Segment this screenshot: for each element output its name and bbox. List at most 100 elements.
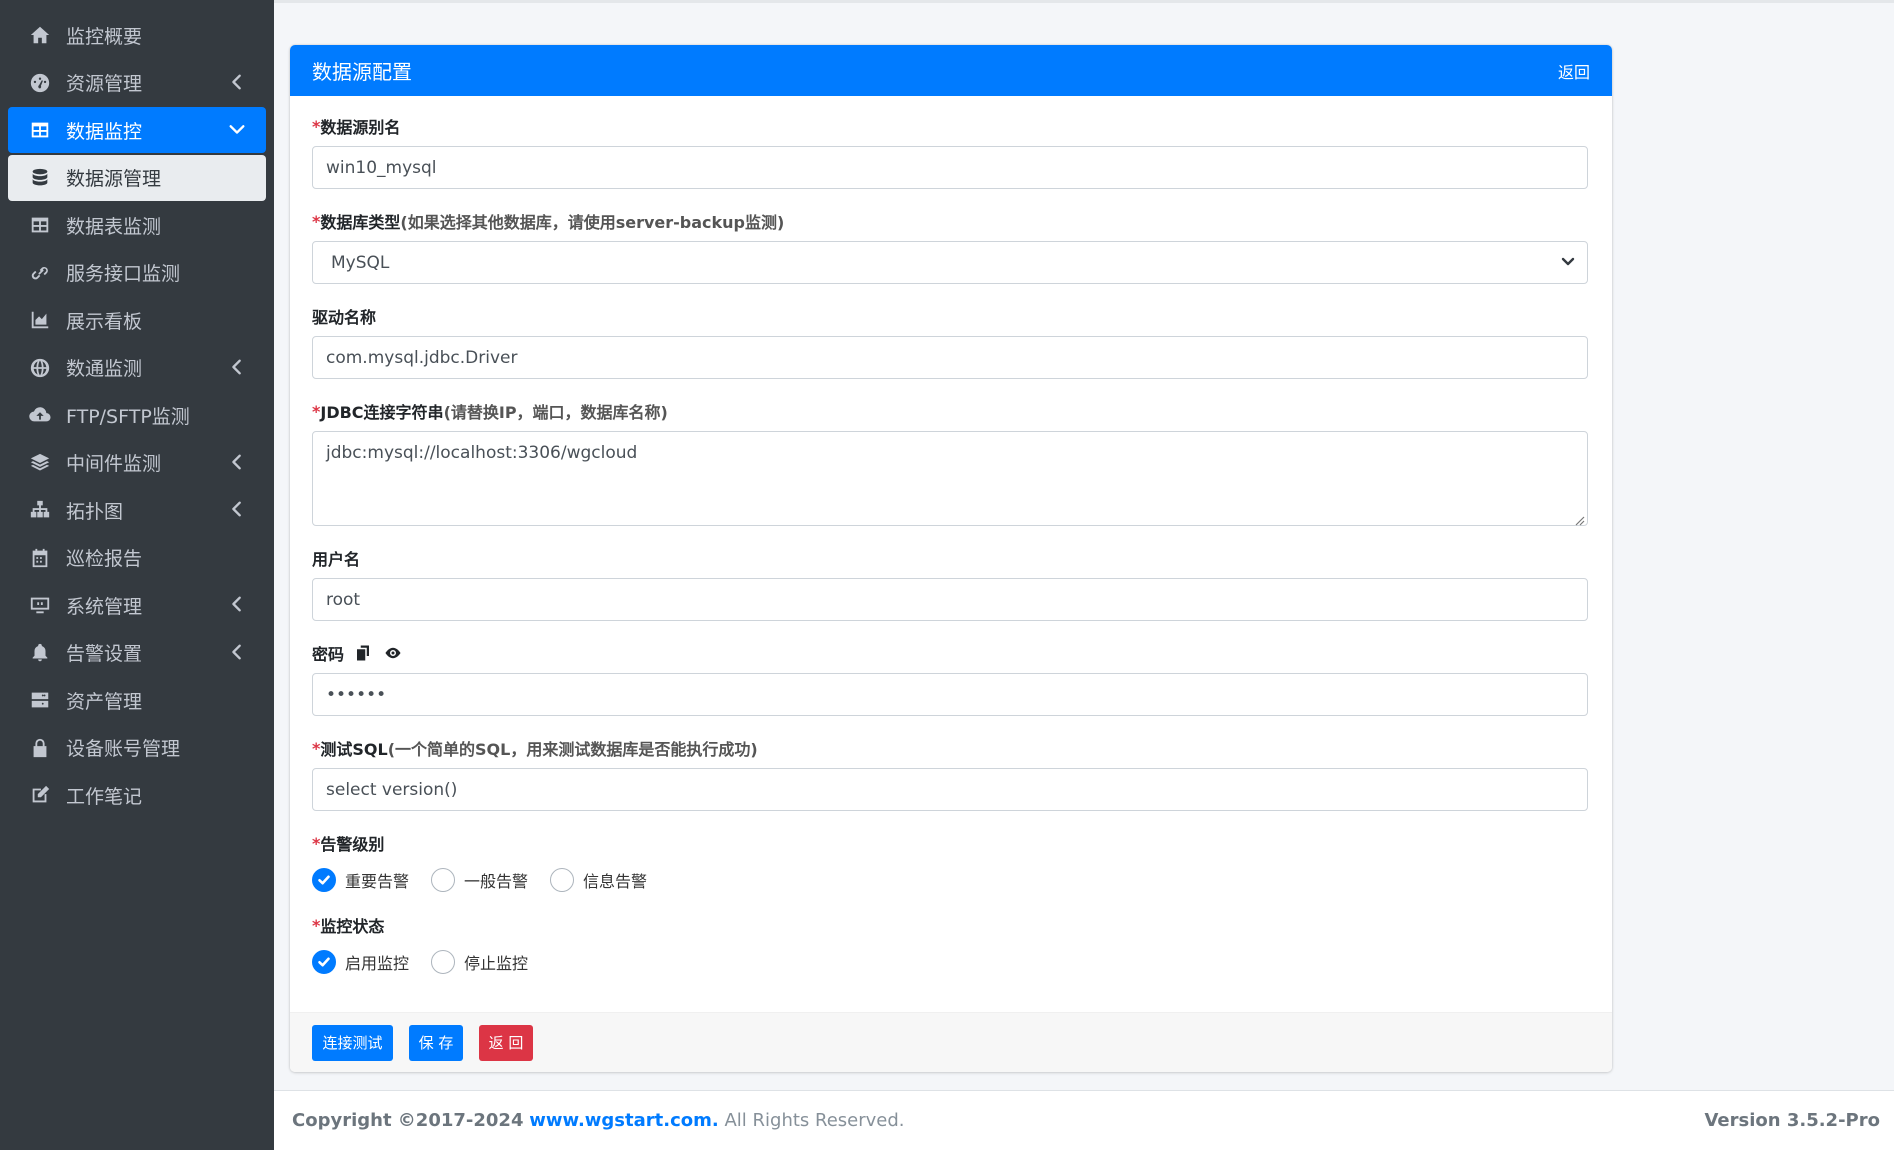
- monitor-enable-radio[interactable]: 启用监控: [312, 950, 409, 974]
- copy-icon[interactable]: [352, 642, 374, 664]
- monitor-status-label: * 监控状态: [312, 915, 1590, 937]
- sidebar-item-monitor-overview[interactable]: 监控概要: [8, 12, 266, 58]
- sitemap-icon: [28, 498, 52, 522]
- sidebar-item-label: 数据表监测: [66, 215, 162, 238]
- sidebar-item-label: 资源管理: [66, 73, 143, 95]
- chevron-left-icon: [228, 73, 248, 93]
- sidebar-item-api-monitor[interactable]: 服务接口监测: [8, 250, 266, 296]
- sidebar-item-inspection-report[interactable]: 巡检报告: [8, 535, 266, 581]
- sidebar-item-network-monitor[interactable]: 数通监测: [8, 345, 266, 391]
- sidebar-item-label: FTP/SFTP监测: [66, 405, 190, 428]
- sidebar-item-table-monitor[interactable]: 数据表监测: [8, 202, 266, 248]
- alarm-level-label: * 告警级别: [312, 833, 1590, 855]
- edit-icon: [28, 783, 52, 807]
- monitor-disable-radio[interactable]: 停止监控: [431, 950, 528, 974]
- sidebar-item-datasource-management[interactable]: 数据源管理: [8, 154, 266, 201]
- chevron-left-icon: [228, 453, 248, 473]
- jdbc-hint: (请替换IP，端口，数据库名称): [443, 403, 668, 422]
- alarm-level-info-radio[interactable]: 信息告警: [550, 868, 647, 892]
- website-link[interactable]: www.wgstart.com.: [529, 1110, 719, 1131]
- bell-icon: [28, 641, 52, 665]
- version-text: Version 3.5.2-Pro: [1704, 1110, 1880, 1131]
- back-button[interactable]: 返 回: [479, 1024, 533, 1061]
- calendar-icon: [28, 546, 52, 570]
- back-link[interactable]: 返回: [1558, 59, 1590, 83]
- driver-label: 驱动名称: [312, 306, 1590, 327]
- sidebar-item-resource-management[interactable]: 资源管理: [8, 60, 266, 106]
- layers-icon: [28, 451, 52, 475]
- sidebar-item-label: 资产管理: [66, 690, 143, 713]
- sidebar-item-label: 拓扑图: [66, 500, 124, 523]
- required-marker: *: [312, 116, 321, 136]
- sidebar-item-middleware-monitor[interactable]: 中间件监测: [8, 440, 266, 486]
- chevron-down-icon: [228, 120, 248, 140]
- copyright-text: Copyright ©2017-2024: [292, 1110, 524, 1131]
- eye-icon[interactable]: [382, 642, 404, 664]
- radio-label: 一般告警: [464, 872, 529, 891]
- driver-label-text: 驱动名称: [312, 308, 377, 327]
- sidebar-item-label: 告警设置: [66, 643, 143, 665]
- db-type-label: * 数据库类型 (如果选择其他数据库，请使用server-backup监测): [312, 211, 1590, 233]
- alias-label-text: 数据源别名: [320, 118, 401, 137]
- radio-unchecked-icon: [550, 868, 575, 892]
- required-marker: *: [312, 915, 321, 935]
- sidebar: 监控概要 资源管理 数据监控 数据源管理 数据表监测 服务接口监测 展示看板 数…: [0, 0, 274, 1150]
- username-value: root: [326, 589, 361, 610]
- top-strip: [274, 0, 1894, 3]
- driver-input[interactable]: com.mysql.jdbc.Driver: [312, 336, 1588, 379]
- alarm-level-important-radio[interactable]: 重要告警: [312, 868, 409, 892]
- radio-label: 停止监控: [464, 954, 529, 973]
- sidebar-item-work-notes[interactable]: 工作笔记: [8, 772, 266, 818]
- test-sql-value: select version(): [326, 779, 458, 800]
- chevron-left-icon: [228, 595, 248, 615]
- chevron-left-icon: [228, 358, 248, 378]
- test-sql-hint: (一个简单的SQL，用来测试数据库是否能执行成功): [387, 740, 758, 759]
- sidebar-item-label: 数据监控: [66, 120, 143, 143]
- tachometer-icon: [28, 71, 52, 95]
- sidebar-item-data-monitor[interactable]: 数据监控: [8, 107, 266, 153]
- required-marker: *: [312, 738, 321, 758]
- card-header: 数据源配置 返回: [290, 45, 1612, 96]
- database-icon: [28, 166, 52, 190]
- sidebar-item-asset-management[interactable]: 资产管理: [8, 677, 266, 723]
- jdbc-textarea[interactable]: jdbc:mysql://localhost:3306/wgcloud: [312, 431, 1588, 526]
- globe-icon: [28, 356, 52, 380]
- chevron-left-icon: [228, 500, 248, 520]
- sidebar-item-label: 工作笔记: [66, 785, 143, 808]
- radio-unchecked-icon: [431, 868, 456, 892]
- radio-label: 重要告警: [345, 872, 410, 891]
- db-type-select[interactable]: MySQL: [312, 241, 1588, 284]
- jdbc-value: jdbc:mysql://localhost:3306/wgcloud: [326, 443, 638, 463]
- server-icon: [28, 688, 52, 712]
- datasource-form: * 数据源别名 win10_mysql * 数据库类型 (如果选择其他数据库，请…: [290, 96, 1612, 975]
- sidebar-nav: 监控概要 资源管理 数据监控 数据源管理 数据表监测 服务接口监测 展示看板 数…: [0, 0, 274, 818]
- sidebar-item-device-accounts[interactable]: 设备账号管理: [8, 725, 266, 771]
- test-connection-button[interactable]: 连接测试: [312, 1024, 393, 1061]
- cloud-upload-icon: [28, 403, 52, 427]
- alias-input[interactable]: win10_mysql: [312, 146, 1588, 189]
- sidebar-item-system-management[interactable]: 系统管理: [8, 582, 266, 628]
- sidebar-item-dashboard[interactable]: 展示看板: [8, 297, 266, 343]
- chevron-left-icon: [228, 643, 248, 663]
- alarm-level-normal-radio[interactable]: 一般告警: [431, 868, 528, 892]
- link-icon: [28, 261, 52, 285]
- password-input[interactable]: ••••••: [312, 673, 1588, 716]
- sidebar-item-alarm-settings[interactable]: 告警设置: [8, 630, 266, 676]
- chevron-down-icon: [1561, 253, 1575, 273]
- username-input[interactable]: root: [312, 578, 1588, 621]
- sidebar-item-ftp-monitor[interactable]: FTP/SFTP监测: [8, 392, 266, 438]
- driver-value: com.mysql.jdbc.Driver: [326, 347, 518, 368]
- save-button[interactable]: 保 存: [409, 1024, 463, 1061]
- alias-value: win10_mysql: [326, 157, 437, 178]
- username-label: 用户名: [312, 548, 1590, 569]
- sidebar-item-label: 设备账号管理: [66, 738, 181, 760]
- sidebar-item-label: 展示看板: [66, 310, 143, 333]
- sidebar-item-label: 巡检报告: [66, 548, 143, 570]
- rights-text: All Rights Reserved.: [724, 1110, 905, 1131]
- test-sql-label: * 测试SQL (一个简单的SQL，用来测试数据库是否能执行成功): [312, 738, 1590, 760]
- sidebar-item-topology[interactable]: 拓扑图: [8, 487, 266, 533]
- resize-handle-icon[interactable]: [1573, 511, 1585, 526]
- required-marker: *: [312, 833, 321, 853]
- monitor-icon: [28, 593, 52, 617]
- test-sql-input[interactable]: select version(): [312, 768, 1588, 811]
